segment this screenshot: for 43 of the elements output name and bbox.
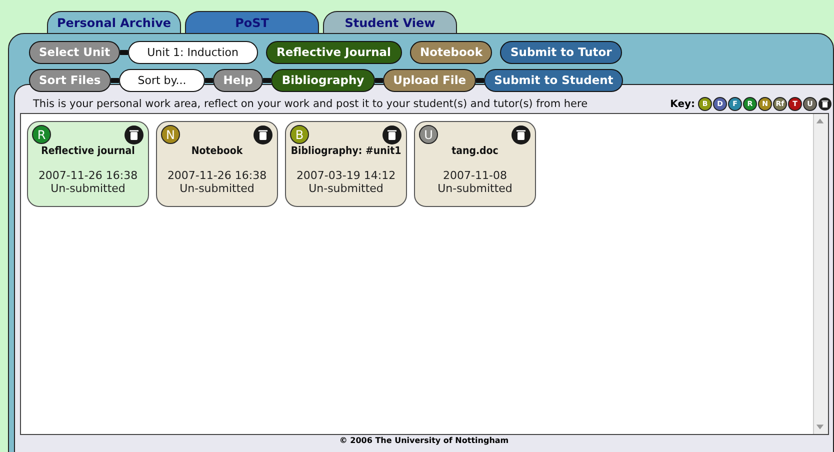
toolbar-button[interactable]: Bibliography [270,68,376,92]
connector [476,78,484,82]
toolbar-button[interactable]: Submit to Student [484,68,624,92]
type-badge: U [419,125,438,144]
tab[interactable]: Personal Archive [47,11,181,33]
trash-icon[interactable] [124,125,144,145]
file-date: 2007-11-26 16:38 [167,169,267,182]
file-title: Bibliography: #unit1 [290,145,402,157]
tab[interactable]: Student View [323,11,457,33]
file-status: Un-submitted [180,182,254,195]
trash-icon[interactable] [382,125,402,145]
file-date: 2007-11-08 [443,169,507,182]
file-date: 2007-03-19 14:12 [296,169,396,182]
file-title: tang.doc [452,145,498,157]
file-card[interactable]: B Bibliography: #unit1 2007-03-19 14:12 Un-submitted [285,121,407,207]
key-label: Key: [670,98,695,110]
toolbar-button[interactable]: Submit to Tutor [500,40,622,64]
toolbar-button[interactable]: Reflective Journal [266,40,402,64]
file-title: Reflective journal [41,145,135,157]
connector [262,78,271,82]
file-card[interactable]: R Reflective journal 2007-11-26 16:38 Un-submitted [27,121,149,207]
copyright-text: © 2006 The University of Nottingham [339,436,509,445]
file-status: Un-submitted [438,182,512,195]
file-card[interactable]: N Notebook 2007-11-26 16:38 Un-submitted [156,121,278,207]
toolbar-button[interactable]: Upload File [383,68,476,92]
type-badge: N [161,125,180,144]
file-title: Notebook [191,145,243,157]
file-card[interactable]: U tang.doc 2007-11-08 Un-submitted [414,121,536,207]
connector [110,78,119,82]
connector [375,78,384,82]
file-status: Un-submitted [308,182,384,195]
connector [205,78,214,82]
trash-icon[interactable] [511,125,531,145]
connector [120,50,128,54]
trash-icon[interactable] [253,125,273,145]
file-date: 2007-11-26 16:38 [38,169,138,182]
dropdown-field[interactable]: Unit 1: Induction [128,40,258,64]
description-text: This is your personal work area, reflect on your work and post it to your student(s) and tutor(s) from here [33,98,589,110]
file-status: Un-submitted [50,182,126,195]
dropdown-field[interactable]: Sort by... [118,68,206,92]
type-badge: B [290,125,309,144]
toolbar-button[interactable]: Notebook [410,40,492,64]
type-badge: R [32,125,51,144]
